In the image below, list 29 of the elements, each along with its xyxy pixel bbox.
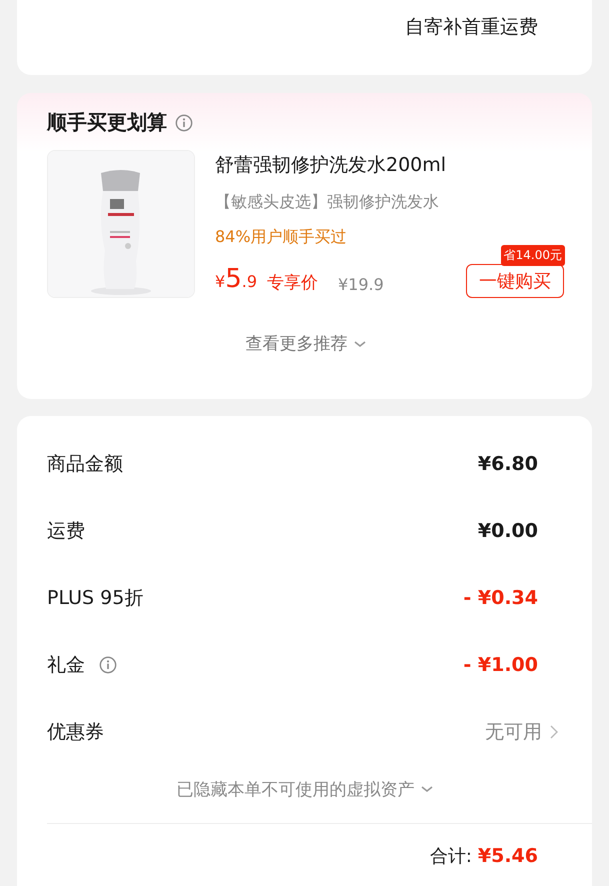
product-subtitle: 【敏感头皮选】强韧修护洗发水 xyxy=(215,192,440,213)
row-value: ¥0.00 xyxy=(478,520,538,542)
row-value: - ¥0.34 xyxy=(463,586,538,608)
total-value: ¥5.46 xyxy=(478,845,538,867)
row-label: 商品金额 xyxy=(47,452,123,476)
chevron-down-icon xyxy=(420,785,432,793)
row-value[interactable]: 无可用 xyxy=(485,718,542,744)
row-label: 运费 xyxy=(47,518,85,544)
total-label: 合计: xyxy=(430,845,472,868)
hidden-assets-note[interactable]: 已隐藏本单不可使用的虚拟资产 xyxy=(176,778,414,800)
row-label: 优惠券 xyxy=(47,720,104,744)
info-icon[interactable] xyxy=(175,114,193,132)
row-label: 礼金 xyxy=(47,652,85,678)
price-label: 专享价 xyxy=(267,272,318,294)
info-icon[interactable] xyxy=(99,656,117,674)
row-label: PLUS 95折 xyxy=(47,586,144,610)
row-value: - ¥1.00 xyxy=(463,654,538,676)
product-name: 舒蕾强韧修护洗发水200ml xyxy=(215,153,448,178)
chevron-right-icon[interactable] xyxy=(550,724,558,738)
shipping-note: 自寄补首重运费 xyxy=(405,15,538,40)
chevron-down-icon xyxy=(354,340,366,348)
row-value: ¥6.80 xyxy=(478,452,538,474)
buy-button[interactable]: 一键购买 xyxy=(466,264,564,298)
price: ¥5.9 xyxy=(215,264,257,294)
original-price: ¥19.9 xyxy=(338,275,384,294)
savings-badge: 省14.00元 xyxy=(500,245,565,266)
purchase-stat: 84%用户顺手买过 xyxy=(215,227,348,248)
section-title: 顺手买更划算 xyxy=(47,109,167,136)
more-link[interactable]: 查看更多推荐 xyxy=(246,332,348,355)
